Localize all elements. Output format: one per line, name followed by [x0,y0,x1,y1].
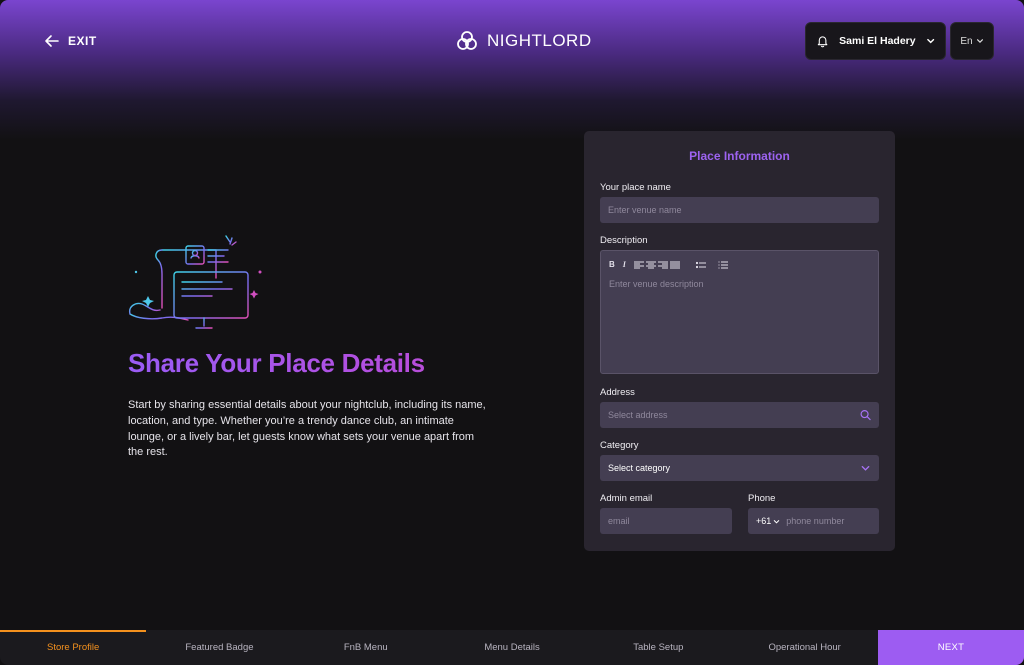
address-label: Address [600,387,635,398]
form-title: Place Information [689,149,790,163]
place-name-input[interactable]: Enter venue name [600,197,879,223]
phone-input[interactable]: +61 phone number [748,508,879,534]
step-table-setup[interactable]: Table Setup [585,630,731,665]
place-name-placeholder: Enter venue name [608,205,682,215]
user-name: Sami El Hadery [839,35,916,47]
place-information-card: Place Information Your place name Enter … [584,131,895,551]
exit-label: EXIT [68,34,97,48]
step-operational-hour[interactable]: Operational Hour [731,630,877,665]
place-details-illustration [128,235,262,329]
step-navigation: Store Profile Featured Badge FnB Menu Me… [0,630,1024,665]
bell-icon[interactable] [816,34,829,48]
step-featured-badge[interactable]: Featured Badge [146,630,292,665]
bold-icon[interactable]: B [609,260,615,269]
admin-email-input[interactable]: email [600,508,732,534]
user-menu[interactable]: Sami El Hadery [805,22,946,60]
admin-email-label: Admin email [600,493,653,504]
page-description: Start by sharing essential details about… [128,399,486,459]
phone-label: Phone [748,493,776,504]
phone-placeholder: phone number [786,516,845,526]
category-label: Category [600,440,639,451]
chevron-down-icon [976,39,983,44]
next-button[interactable]: NEXT [878,630,1024,665]
chevron-down-icon [926,38,934,44]
address-placeholder: Select address [608,410,668,420]
nightlord-logo-icon [457,31,477,50]
top-header: EXIT NIGHTLORD Sami El Hadery En [0,0,1024,80]
italic-icon[interactable]: I [623,260,626,269]
language-selector[interactable]: En [950,22,994,60]
page-title: Share Your Place Details [128,348,548,379]
numbered-list-icon[interactable] [718,261,728,269]
search-icon[interactable] [860,410,871,421]
arrow-left-icon [45,35,59,47]
align-left-icon[interactable] [633,261,644,269]
place-name-label: Your place name [600,182,671,193]
step-store-profile[interactable]: Store Profile [0,630,147,665]
description-placeholder: Enter venue description [609,279,704,289]
align-right-icon[interactable] [657,261,668,269]
chevron-down-icon [861,465,870,471]
language-label: En [960,35,973,47]
brand-name: NIGHTLORD [487,31,592,50]
category-select[interactable]: Select category [600,455,879,481]
admin-email-placeholder: email [608,516,630,526]
justify-icon[interactable] [669,261,680,269]
chevron-down-icon [774,519,780,524]
category-value: Select category [608,463,671,473]
country-code-select[interactable]: +61 [756,516,780,526]
bullet-list-icon[interactable] [695,261,706,269]
address-input[interactable]: Select address [600,402,879,428]
step-menu-details[interactable]: Menu Details [439,630,585,665]
description-label: Description [600,235,648,246]
step-fnb-menu[interactable]: FnB Menu [293,630,439,665]
country-code-value: +61 [756,516,772,526]
exit-button[interactable]: EXIT [44,32,97,50]
description-editor[interactable]: B I Enter venue description [600,250,879,374]
brand-logo: NIGHTLORD [455,28,592,54]
align-center-icon[interactable] [645,261,656,269]
editor-toolbar: B I [609,260,728,269]
